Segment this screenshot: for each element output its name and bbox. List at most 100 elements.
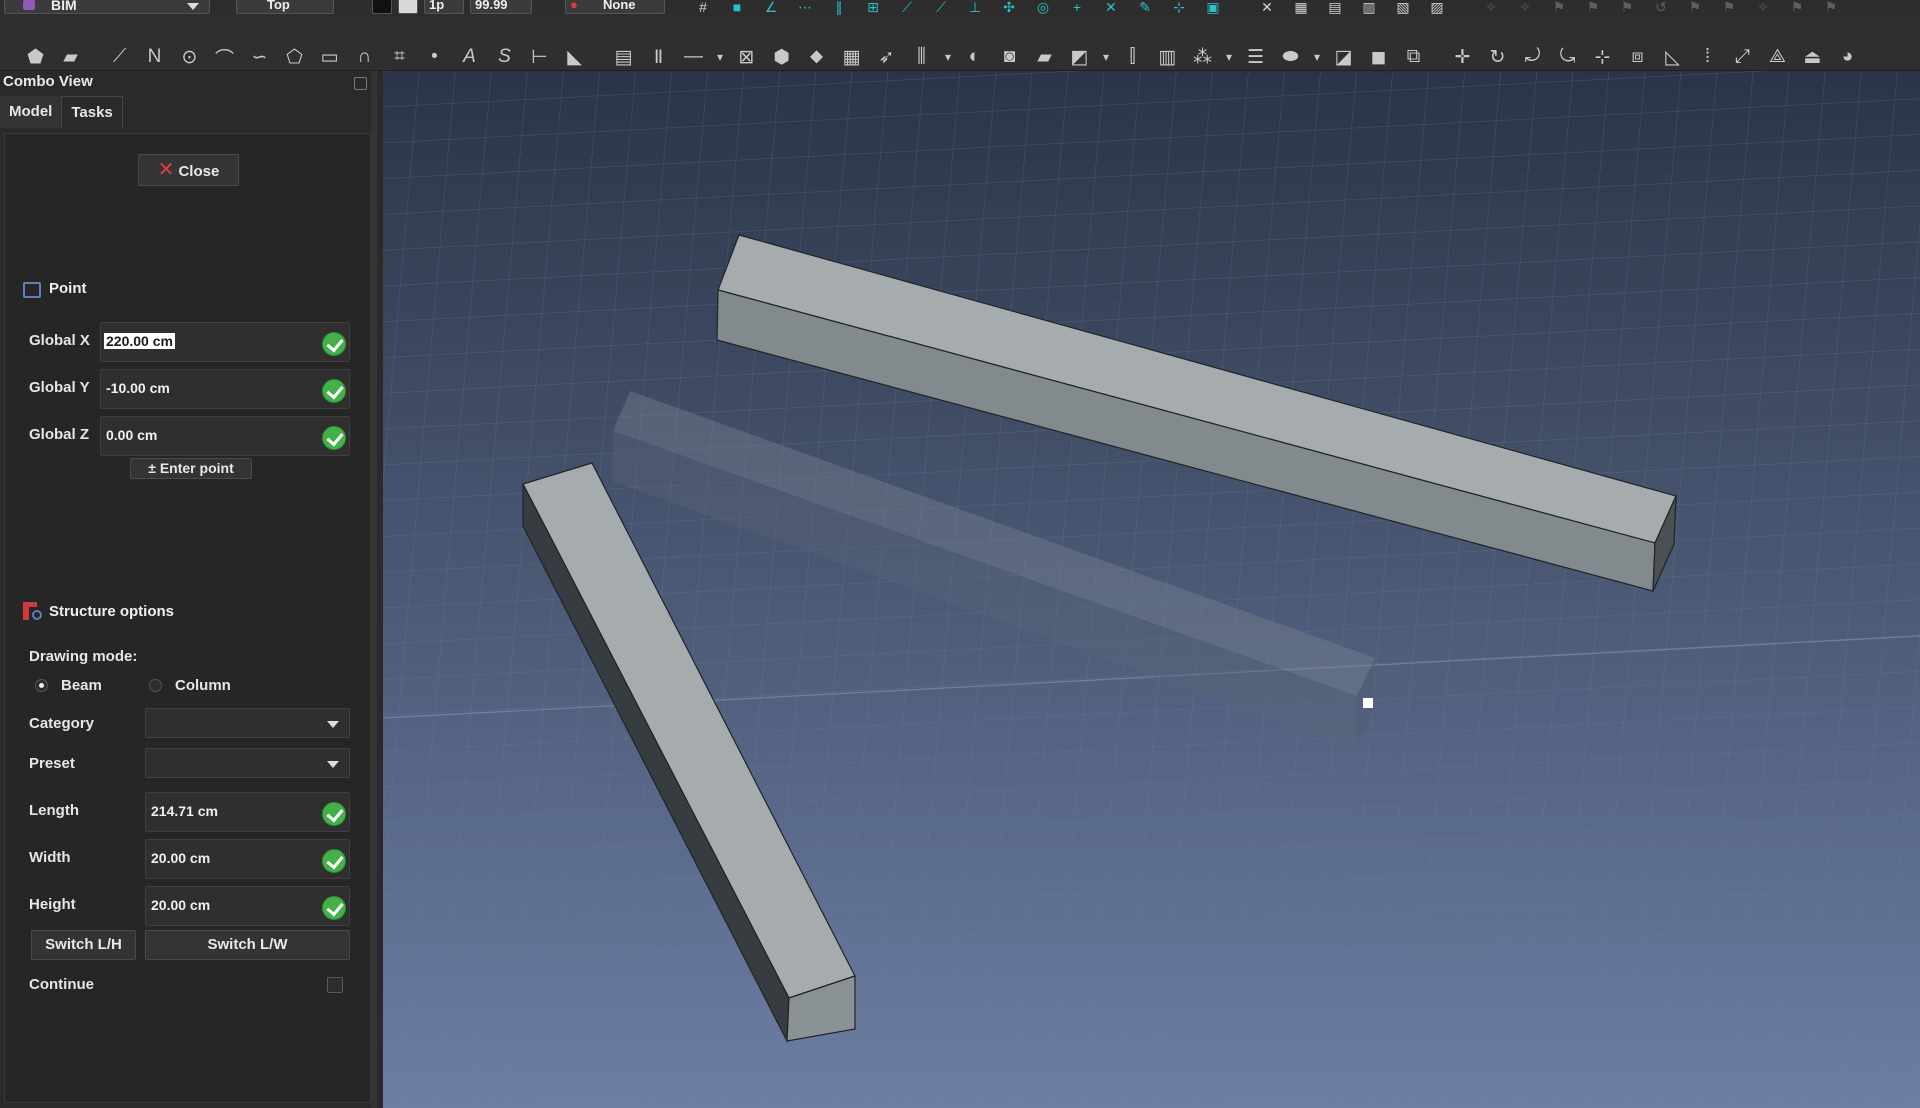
snap-perpendicular-icon[interactable]: ⊥ [962,0,988,14]
snap-extension-icon[interactable]: ✣ [996,0,1022,14]
clipboard-icon[interactable]: ▧ [1390,0,1416,14]
shapestring-icon[interactable]: S [487,42,522,70]
chevron-down-icon[interactable]: ▾ [1308,42,1326,70]
chevron-down-icon[interactable]: ▾ [939,42,957,70]
pipe-icon[interactable]: ◙ [992,42,1027,70]
workbench-selector[interactable]: BIM [4,0,210,14]
wire-edit-icon[interactable]: ◕ [1830,42,1865,70]
components-icon[interactable]: ⁂ [1185,42,1220,70]
panel-icon[interactable]: ◪ [1326,42,1361,70]
arc-icon[interactable]: ⌒ [207,42,242,70]
snap-center-icon[interactable]: ◎ [1030,0,1056,14]
space-icon[interactable]: ▦ [834,42,869,70]
snap-angle-icon[interactable]: ∠ [758,0,784,14]
height-field[interactable]: 20.00 cm [145,886,350,926]
3d-scene[interactable] [383,71,1920,1108]
section-icon[interactable]: ◩ [1062,42,1097,70]
dim-tool-4-icon[interactable]: ⚑ [1580,0,1606,14]
bspline-icon[interactable]: ⌗ [382,42,417,70]
shape-icon[interactable]: ⬬ [1273,42,1308,70]
dim-tool-3-icon[interactable]: ⚑ [1546,0,1572,14]
wire-icon[interactable]: Ν [137,42,172,70]
bezier-icon[interactable]: ∩ [347,42,382,70]
polygon-icon[interactable]: ⬠ [277,42,312,70]
roof-icon[interactable]: ⬢ [764,42,799,70]
dim-tool-6-icon[interactable]: ↺ [1648,0,1674,14]
circle-icon[interactable]: ⊙ [172,42,207,70]
close-button[interactable]: ✕ Close [138,154,239,186]
switch-lw-button[interactable]: Switch L/W [145,930,350,960]
global-y-field[interactable]: -10.00 cm [100,369,350,409]
working-plane-icon[interactable]: ▣ [1200,0,1226,14]
dim-tool-2-icon[interactable]: ✧ [1512,0,1538,14]
view-selector[interactable]: Top [236,0,334,14]
drawing-icon[interactable]: ⏏ [1795,42,1830,70]
float-panel-icon[interactable] [354,77,367,90]
snap-endpoint-icon[interactable]: ⟋ [894,0,920,14]
join-icon[interactable]: ⊹ [1585,42,1620,70]
material-icon[interactable]: ⫿ [1115,42,1150,70]
cluster-icon[interactable]: ⧉ [1396,42,1431,70]
dim-tool-1-icon[interactable]: ✧ [1478,0,1504,14]
dim-tool-8-icon[interactable]: ⚑ [1716,0,1742,14]
snap-near-icon[interactable]: ✎ [1132,0,1158,14]
beam-radio[interactable] [35,679,48,692]
3d-viewport[interactable] [383,71,1920,1108]
schedule-icon[interactable]: ▰ [1027,42,1062,70]
column-radio[interactable] [149,679,162,692]
chart-icon[interactable]: ▥ [1150,42,1185,70]
global-x-field[interactable]: 220.00 cm [100,322,350,362]
length-field[interactable]: 214.71 cm [145,792,350,832]
snap-intersection-icon[interactable]: ✕ [1098,0,1124,14]
face-color-swatch[interactable] [398,0,418,14]
switch-lh-button[interactable]: Switch L/H [31,930,136,960]
line-width-field[interactable]: 1p [424,0,464,14]
stretch-icon[interactable]: ⤢ [1725,42,1760,70]
table-icon[interactable]: ☰ [1238,42,1273,70]
dim-tool-5-icon[interactable]: ⚑ [1614,0,1640,14]
floor-icon[interactable]: ⬥ [799,42,834,70]
width-field[interactable]: 20.00 cm [145,839,350,879]
global-z-field[interactable]: 0.00 cm [100,416,350,456]
chevron-down-icon[interactable]: ▾ [1220,42,1238,70]
dim-tool-9-icon[interactable]: ✧ [1750,0,1776,14]
offset-icon[interactable]: ⤾ [1515,42,1550,70]
stairs-icon[interactable]: ➶ [869,42,904,70]
stack-icon[interactable]: ▥ [1356,0,1382,14]
text-icon[interactable]: A [452,42,487,70]
snap-special-icon[interactable]: ⊹ [1166,0,1192,14]
trim-icon[interactable]: ⤿ [1550,42,1585,70]
snap-dimensions-icon[interactable]: ⋯ [792,0,818,14]
rotate-icon[interactable]: ↻ [1480,42,1515,70]
dim-tool-10-icon[interactable]: ⚑ [1784,0,1810,14]
array-icon[interactable]: ⁞ [1690,42,1725,70]
mirror-icon[interactable]: ◺ [1655,42,1690,70]
solid-icon[interactable]: ◼ [1361,42,1396,70]
wall-icon[interactable]: ▤ [606,42,641,70]
snap-parallel-icon[interactable]: ∥ [826,0,852,14]
rebar-icon[interactable]: ⫼ [904,42,939,70]
line-tool-icon[interactable]: — [676,42,711,70]
font-size-field[interactable]: 99.99 [470,0,532,14]
move-icon[interactable]: ✛ [1445,42,1480,70]
label-icon[interactable]: ◣ [557,42,592,70]
clone-icon[interactable]: ⟁ [1760,42,1795,70]
cut-icon[interactable]: ✕ [1254,0,1280,14]
sheet-icon[interactable]: ▨ [1424,0,1450,14]
snap-lock-icon[interactable]: ■ [724,0,750,14]
folder-icon[interactable]: ▰ [53,42,88,70]
enter-point-button[interactable]: ± Enter point [130,458,252,479]
grid-icon[interactable]: # [690,0,716,14]
snap-grid-icon[interactable]: ⊞ [860,0,886,14]
tab-tasks[interactable]: Tasks [61,96,123,128]
tab-model[interactable]: Model [0,96,62,128]
preset-select[interactable] [145,748,350,778]
rectangle-icon[interactable]: ▭ [312,42,347,70]
chevron-down-icon[interactable]: ▾ [711,42,729,70]
line-icon[interactable]: ⟋ [102,42,137,70]
equipment-icon[interactable]: ◐ [957,42,992,70]
dimension-icon[interactable]: ⊢ [522,42,557,70]
chevron-down-icon[interactable]: ▾ [1097,42,1115,70]
layers-icon[interactable]: ▤ [1322,0,1348,14]
line-color-swatch[interactable] [372,0,392,14]
